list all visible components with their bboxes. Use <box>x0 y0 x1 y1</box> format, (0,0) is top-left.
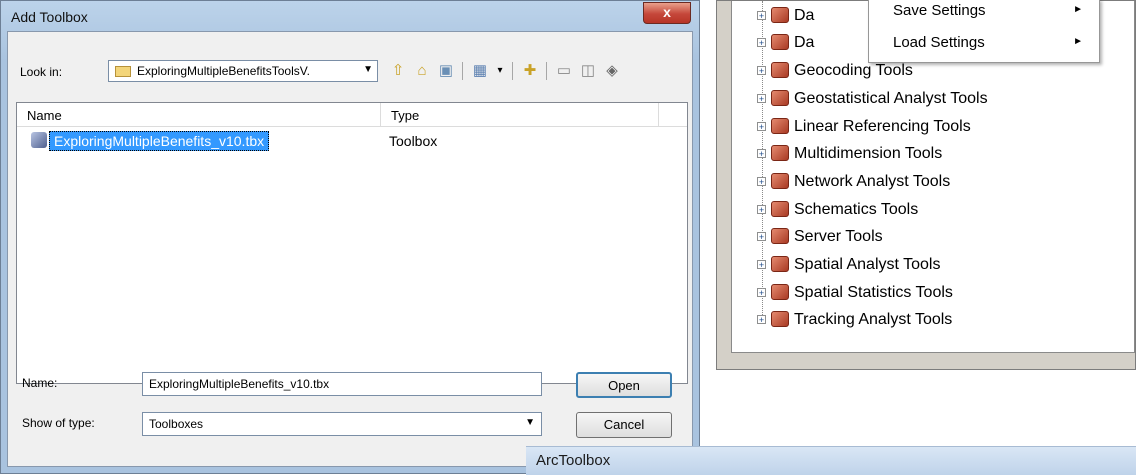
tree-item-geocoding[interactable]: + Geocoding Tools <box>754 60 1134 84</box>
cancel-button[interactable]: Cancel <box>576 412 672 438</box>
toolbox-icon <box>771 228 789 244</box>
menu-item-load-settings[interactable]: Load Settings ► <box>893 34 1093 60</box>
menu-item-label: Load Settings <box>893 34 985 51</box>
tree-item-spatial-statistics[interactable]: + Spatial Statistics Tools <box>754 282 1134 306</box>
expand-icon[interactable]: + <box>757 315 766 325</box>
tree-item-label: Multidimension Tools <box>794 145 943 162</box>
dialog-title: Add Toolbox <box>11 9 88 25</box>
folder-icon <box>115 66 131 77</box>
arctoolbox-window-title[interactable]: ArcToolbox <box>526 446 1136 475</box>
type-select[interactable]: Toolboxes ▼ <box>142 412 542 436</box>
tree-item-label: Network Analyst Tools <box>794 173 951 190</box>
toolbox-icon <box>771 201 789 217</box>
tool-tree[interactable]: + Da + Da + Geocoding Tools + Geostatist… <box>731 0 1135 353</box>
name-input[interactable]: ExploringMultipleBenefits_v10.tbx <box>142 372 542 396</box>
toolbox-icon <box>771 7 789 23</box>
home-icon[interactable]: ⌂ <box>412 61 432 81</box>
tree-item-server[interactable]: + Server Tools <box>754 226 1134 250</box>
column-header-label: Type <box>391 108 420 123</box>
chevron-down-icon[interactable]: ▼ <box>363 64 373 75</box>
toolbox-icon <box>771 34 789 50</box>
tree-item-linear-referencing[interactable]: + Linear Referencing Tools <box>754 116 1134 140</box>
close-button[interactable]: x <box>643 2 691 24</box>
file-row[interactable]: ExploringMultipleBenefits_v10.tbx Toolbo… <box>17 129 687 151</box>
menu-item-save-settings[interactable]: Save Settings ► <box>893 2 1093 28</box>
close-icon: x <box>663 4 671 20</box>
tree-item-multidimension[interactable]: + Multidimension Tools <box>754 143 1134 167</box>
toolbox-icon <box>771 118 789 134</box>
file-type: Toolbox <box>389 133 438 149</box>
view-menu-icon[interactable]: ▦ <box>470 61 490 81</box>
open-button[interactable]: Open <box>576 372 672 398</box>
toolbox-icon <box>771 311 789 327</box>
toolbox-icon <box>771 62 789 78</box>
tree-item-network-analyst[interactable]: + Network Analyst Tools <box>754 171 1134 195</box>
toolbox-icon <box>771 284 789 300</box>
tree-item-spatial-analyst[interactable]: + Spatial Analyst Tools <box>754 254 1134 278</box>
context-menu: Save Settings ► Load Settings ► <box>868 0 1100 63</box>
expand-icon[interactable]: + <box>757 205 766 215</box>
column-header-type[interactable]: Type <box>381 103 659 127</box>
dialog-body: Look in: ExploringMultipleBenefitsToolsV… <box>7 31 693 467</box>
chevron-down-icon[interactable]: ▼ <box>525 417 535 428</box>
arctoolbox-title: ArcToolbox <box>536 452 611 469</box>
toolbox-icon <box>771 90 789 106</box>
toolbar-separator <box>546 62 547 80</box>
expand-icon[interactable]: + <box>757 11 766 21</box>
connect-folder-icon[interactable]: ▣ <box>436 61 456 81</box>
tree-item-tracking-analyst[interactable]: + Tracking Analyst Tools <box>754 309 1134 333</box>
expand-icon[interactable]: + <box>757 177 766 187</box>
new-folder-icon[interactable]: ✚ <box>520 61 540 81</box>
tree-item-schematics[interactable]: + Schematics Tools <box>754 199 1134 223</box>
menu-item-label: Save Settings <box>893 2 986 19</box>
look-in-label: Look in: <box>20 65 63 79</box>
expand-icon[interactable]: + <box>757 149 766 159</box>
name-label: Name: <box>22 376 58 390</box>
column-header-spacer <box>659 103 687 127</box>
expand-icon[interactable]: + <box>757 288 766 298</box>
file-name[interactable]: ExploringMultipleBenefits_v10.tbx <box>49 131 270 151</box>
show-of-type-label: Show of type: <box>22 416 95 430</box>
add-toolbox-dialog: Add Toolbox x Look in: ExploringMultiple… <box>0 0 700 474</box>
tree-item-label: Linear Referencing Tools <box>794 118 971 135</box>
tree-item-label: Spatial Analyst Tools <box>794 256 941 273</box>
database-icon[interactable]: ◫ <box>578 61 598 81</box>
file-list[interactable]: Name Type ExploringMultipleBenefits_v10.… <box>16 102 688 384</box>
column-header-name[interactable]: Name <box>17 103 381 127</box>
tree-item-geostatistical[interactable]: + Geostatistical Analyst Tools <box>754 88 1134 112</box>
tree-item-label: Geocoding Tools <box>794 62 913 79</box>
expand-icon[interactable]: + <box>757 94 766 104</box>
look-in-combobox[interactable]: ExploringMultipleBenefitsToolsV. ▼ <box>108 60 378 82</box>
expand-icon[interactable]: + <box>757 232 766 242</box>
server-icon[interactable]: ◈ <box>602 61 622 81</box>
tree-item-label: Server Tools <box>794 228 883 245</box>
toolbox-icon <box>771 256 789 272</box>
expand-icon[interactable]: + <box>757 66 766 76</box>
toolbox-icon <box>771 173 789 189</box>
up-one-level-icon[interactable]: ⇧ <box>388 61 408 81</box>
tree-item-label: Schematics Tools <box>794 201 919 218</box>
folder-icon[interactable]: ▭ <box>554 61 574 81</box>
column-header-label: Name <box>27 108 62 123</box>
tree-item-label: Spatial Statistics Tools <box>794 284 953 301</box>
tree-item-label: Tracking Analyst Tools <box>794 311 953 328</box>
type-select-value: Toolboxes <box>149 417 204 431</box>
arctoolbox-tree-panel: + Da + Da + Geocoding Tools + Geostatist… <box>716 0 1136 370</box>
toolbox-icon <box>31 132 47 148</box>
tree-item-label: Da <box>794 34 815 51</box>
toolbar-separator <box>462 62 463 80</box>
expand-icon[interactable]: + <box>757 260 766 270</box>
tree-item-label: Da <box>794 7 815 24</box>
tree-item-label: Geostatistical Analyst Tools <box>794 90 988 107</box>
name-input-value: ExploringMultipleBenefits_v10.tbx <box>149 377 330 391</box>
toolbar-separator <box>512 62 513 80</box>
view-dropdown-icon[interactable]: ▾ <box>490 61 510 81</box>
toolbox-icon <box>771 145 789 161</box>
look-in-value: ExploringMultipleBenefitsToolsV. <box>137 64 310 78</box>
dialog-titlebar[interactable]: Add Toolbox x <box>1 1 699 31</box>
expand-icon[interactable]: + <box>757 38 766 48</box>
submenu-arrow-icon: ► <box>1073 4 1083 15</box>
expand-icon[interactable]: + <box>757 122 766 132</box>
submenu-arrow-icon: ► <box>1073 36 1083 47</box>
